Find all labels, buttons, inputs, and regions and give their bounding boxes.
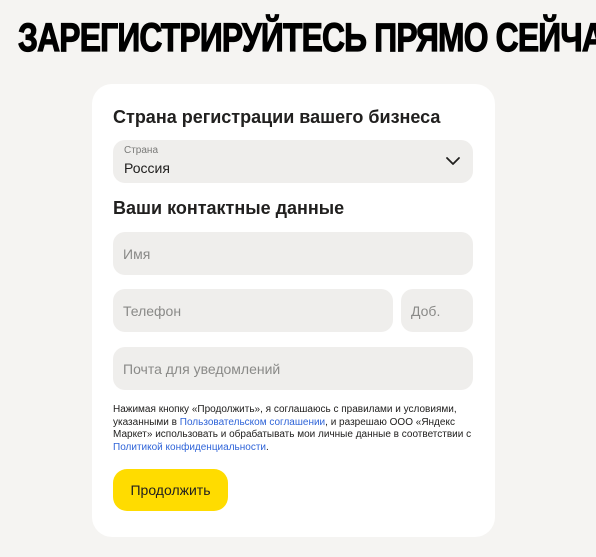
name-field-placeholder: Имя	[123, 245, 151, 262]
registration-form: Страна регистрации вашего бизнеса Страна…	[92, 84, 495, 537]
phone-extension-placeholder: Доб.	[411, 302, 441, 319]
phone-extension-field[interactable]: Доб.	[401, 289, 473, 332]
contacts-section-title: Ваши контактные данные	[113, 198, 345, 218]
country-select-value: Россия	[124, 160, 170, 176]
user-agreement-link[interactable]: Пользовательском соглашении	[180, 417, 325, 428]
continue-button[interactable]: Продолжить	[113, 469, 228, 511]
email-field-placeholder: Почта для уведомлений	[123, 360, 281, 377]
country-select-label: Страна	[124, 145, 159, 156]
registration-page: ЗАРЕГИСТРИРУЙТЕСЬ ПРЯМО СЕЙЧАС Страна ре…	[0, 0, 596, 557]
consent-text-part-3: .	[266, 441, 269, 453]
name-field[interactable]: Имя	[113, 232, 473, 275]
email-field[interactable]: Почта для уведомлений	[113, 347, 473, 390]
country-section-title: Страна регистрации вашего бизнеса	[113, 107, 441, 127]
phone-field[interactable]: Телефон	[113, 289, 393, 332]
consent-text: Нажимая кнопку «Продолжить», я соглашаюс…	[113, 404, 478, 454]
privacy-policy-link[interactable]: Политикой конфиденциальности	[113, 442, 266, 453]
page-title: ЗАРЕГИСТРИРУЙТЕСЬ ПРЯМО СЕЙЧАС	[18, 15, 596, 60]
country-select[interactable]: Страна Россия	[113, 140, 473, 183]
phone-field-placeholder: Телефон	[123, 302, 182, 319]
chevron-down-icon	[446, 157, 460, 165]
